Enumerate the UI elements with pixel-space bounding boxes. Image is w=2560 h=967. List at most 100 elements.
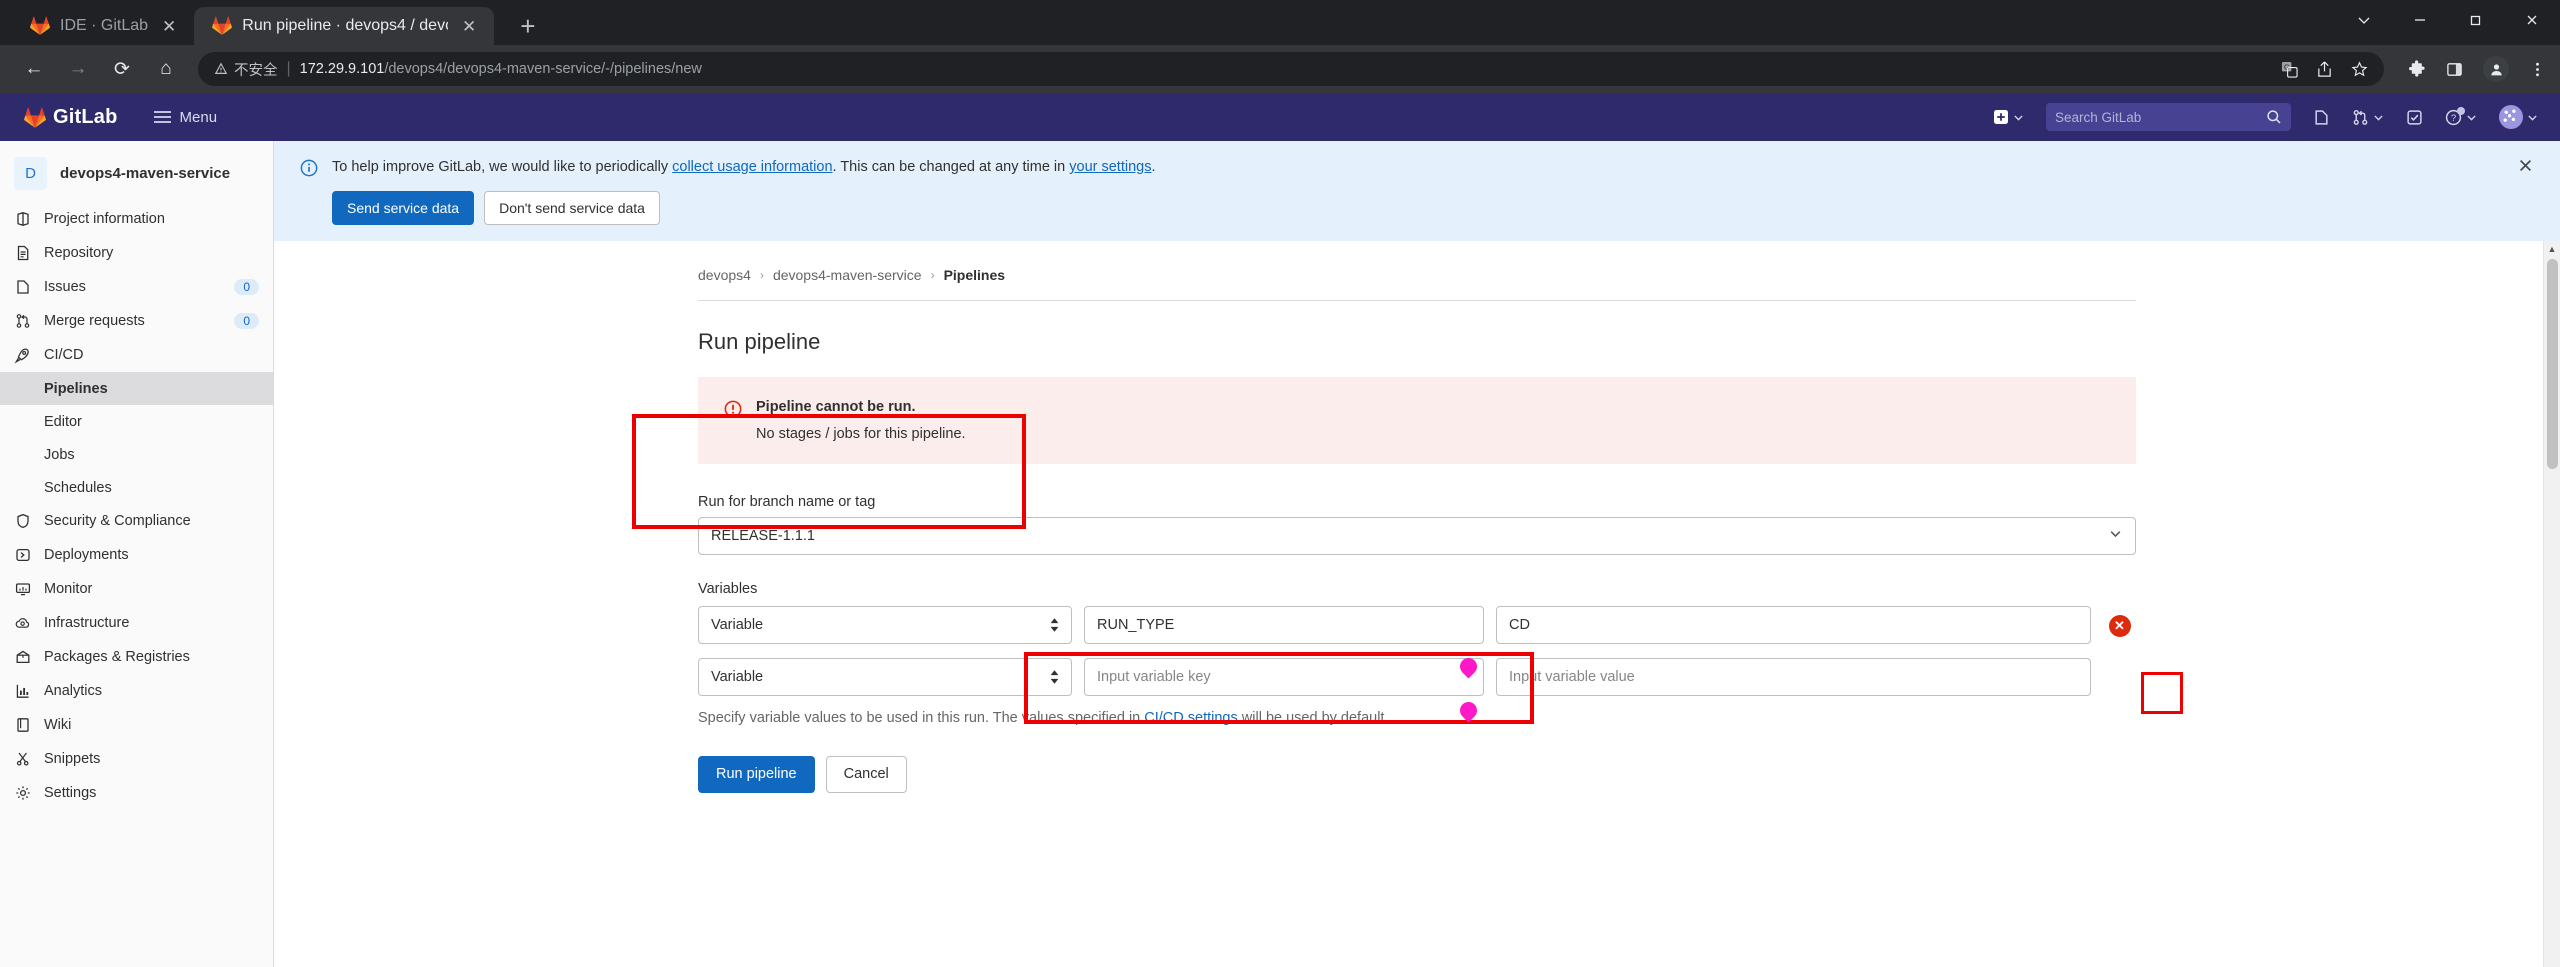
window-maximize-icon[interactable] (2448, 1, 2504, 39)
tab-close-icon[interactable]: ✕ (158, 16, 180, 37)
sidebar-item-label: Settings (44, 785, 97, 801)
remove-variable-button-1[interactable]: ✕ (2103, 609, 2136, 642)
variables-label: Variables (698, 581, 758, 598)
variable-value-input-2[interactable] (1496, 658, 2091, 697)
side-panel-icon[interactable] (2446, 61, 2463, 78)
window-close-icon[interactable] (2504, 1, 2560, 39)
browser-tab-2[interactable]: Run pipeline · devops4 / devop ✕ (194, 7, 495, 45)
variable-value-input-1[interactable] (1496, 606, 2091, 645)
sidebar-item-deployments[interactable]: Deployments (0, 538, 273, 572)
snippets-scissors-icon (14, 751, 31, 767)
variable-type-select-2[interactable]: Variable (698, 658, 1072, 697)
sidebar-item-analytics[interactable]: Analytics (0, 674, 273, 708)
browser-urlbar-row: ← → ⟳ ⌂ 不安全 | 172.29.9.101/devops4/devop… (0, 45, 2560, 93)
warning-triangle-icon (214, 62, 228, 74)
sidebar-item-settings[interactable]: Settings (0, 776, 273, 810)
variables-help-before: Specify variable values to be used in th… (698, 710, 1145, 727)
remove-circle-x-icon: ✕ (2108, 614, 2131, 637)
profile-avatar-icon[interactable] (2483, 56, 2509, 82)
sidebar-item-pipelines[interactable]: Pipelines (0, 372, 273, 405)
scrollbar-thumb[interactable] (2546, 259, 2558, 470)
variable-key-input-1[interactable] (1084, 606, 1484, 645)
navbar-search[interactable] (2046, 103, 2291, 131)
browser-tab-title: Run pipeline · devops4 / devop (242, 17, 449, 34)
variable-key-input-2[interactable] (1084, 658, 1484, 697)
scrollbar-up-arrow[interactable]: ▲ (2548, 241, 2557, 257)
sidebar-item-security-compliance[interactable]: Security & Compliance (0, 504, 273, 538)
create-new-dropdown[interactable] (1985, 103, 2032, 131)
navbar-help-icon[interactable]: ? (2437, 103, 2485, 132)
window-chevron-down-icon[interactable] (2336, 1, 2392, 39)
share-icon[interactable] (2316, 61, 2333, 78)
browser-tab-1[interactable]: IDE · GitLab ✕ (12, 7, 195, 45)
browser-tabstrip: IDE · GitLab ✕ Run pipeline · devops4 / … (0, 0, 2560, 45)
variable-row: Variable ✕ (698, 606, 2136, 645)
sidebar-item-packages-registries[interactable]: Packages & Registries (0, 640, 273, 674)
project-information-icon (14, 211, 31, 227)
sidebar-item-schedules[interactable]: Schedules (0, 471, 273, 504)
variable-row: Variable (698, 658, 2136, 697)
sidebar-item-merge-requests[interactable]: Merge requests 0 (0, 304, 273, 338)
svg-text:?: ? (2451, 113, 2456, 124)
navbar-user-menu[interactable] (2491, 99, 2546, 135)
form-actions: Run pipeline Cancel (698, 756, 2136, 794)
gitlab-fox-icon (24, 107, 46, 128)
extensions-puzzle-icon[interactable] (2408, 60, 2426, 78)
run-pipeline-button[interactable]: Run pipeline (698, 756, 815, 794)
sidebar-item-wiki[interactable]: Wiki (0, 708, 273, 742)
navbar-todos-icon[interactable] (2398, 103, 2431, 132)
cicd-settings-link[interactable]: CI/CD settings (1144, 710, 1237, 726)
back-button[interactable]: ← (14, 51, 54, 87)
collect-usage-information-link[interactable]: collect usage information (672, 159, 832, 175)
sidebar-item-label: Repository (44, 245, 114, 261)
sidebar-item-cicd[interactable]: CI/CD (0, 338, 273, 372)
repository-icon (14, 245, 31, 261)
navbar-issues-icon[interactable] (2305, 103, 2338, 132)
sidebar-item-snippets[interactable]: Snippets (0, 742, 273, 776)
sidebar-item-project-information[interactable]: Project information (0, 202, 273, 236)
dont-send-service-data-button[interactable]: Don't send service data (484, 191, 660, 226)
sidebar-item-editor[interactable]: Editor (0, 405, 273, 438)
translate-icon[interactable]: G (2281, 61, 2298, 78)
page-scrollbar[interactable]: ▲ (2543, 241, 2560, 967)
sidebar-item-label: Packages & Registries (44, 649, 190, 665)
omnibox-separator: | (286, 60, 291, 77)
variable-type-select-1[interactable]: Variable (698, 606, 1072, 645)
home-button[interactable]: ⌂ (146, 51, 186, 87)
send-service-data-button[interactable]: Send service data (332, 191, 475, 226)
address-bar[interactable]: 不安全 | 172.29.9.101/devops4/devops4-maven… (198, 52, 2384, 86)
sidebar-item-label: Monitor (44, 581, 93, 597)
sidebar-item-monitor[interactable]: Monitor (0, 572, 273, 606)
forward-button[interactable]: → (58, 51, 98, 87)
info-icon (300, 159, 318, 182)
chevron-down-icon (2528, 114, 2537, 121)
search-input[interactable] (2055, 109, 2260, 125)
tab-close-icon[interactable]: ✕ (458, 16, 480, 37)
bookmark-star-icon[interactable] (2351, 60, 2368, 78)
cancel-button[interactable]: Cancel (825, 756, 907, 794)
sidebar-item-label: Wiki (44, 717, 72, 733)
sidebar-item-infrastructure[interactable]: Infrastructure (0, 606, 273, 640)
sidebar-project-header[interactable]: D devops4-maven-service (0, 147, 273, 202)
chrome-menu-icon[interactable] (2529, 61, 2546, 78)
navbar-merge-requests-icon[interactable] (2344, 103, 2392, 132)
breadcrumb-project-link[interactable]: devops4-maven-service (773, 267, 922, 283)
new-tab-button[interactable]: + (510, 13, 545, 39)
ref-select[interactable] (698, 517, 2136, 556)
breadcrumb-group-link[interactable]: devops4 (698, 267, 751, 283)
not-secure-indicator[interactable]: 不安全 (214, 59, 278, 80)
reload-button[interactable]: ⟳ (102, 51, 142, 87)
sidebar-item-issues[interactable]: Issues 0 (0, 270, 273, 304)
sidebar-item-repository[interactable]: Repository (0, 236, 273, 270)
your-settings-link[interactable]: your settings (1069, 159, 1151, 175)
pipeline-error-alert: Pipeline cannot be run. No stages / jobs… (698, 377, 2136, 465)
breadcrumb-separator: › (759, 268, 764, 283)
window-minimize-icon[interactable] (2392, 1, 2448, 39)
issues-icon (14, 279, 31, 295)
sidebar-item-label: Project information (44, 211, 165, 227)
gitlab-fox-icon (212, 16, 233, 36)
close-icon[interactable] (2517, 157, 2534, 177)
sidebar-item-jobs[interactable]: Jobs (0, 438, 273, 471)
gitlab-logo-link[interactable]: GitLab (14, 106, 128, 129)
navbar-menu-button[interactable]: Menu (142, 103, 230, 132)
